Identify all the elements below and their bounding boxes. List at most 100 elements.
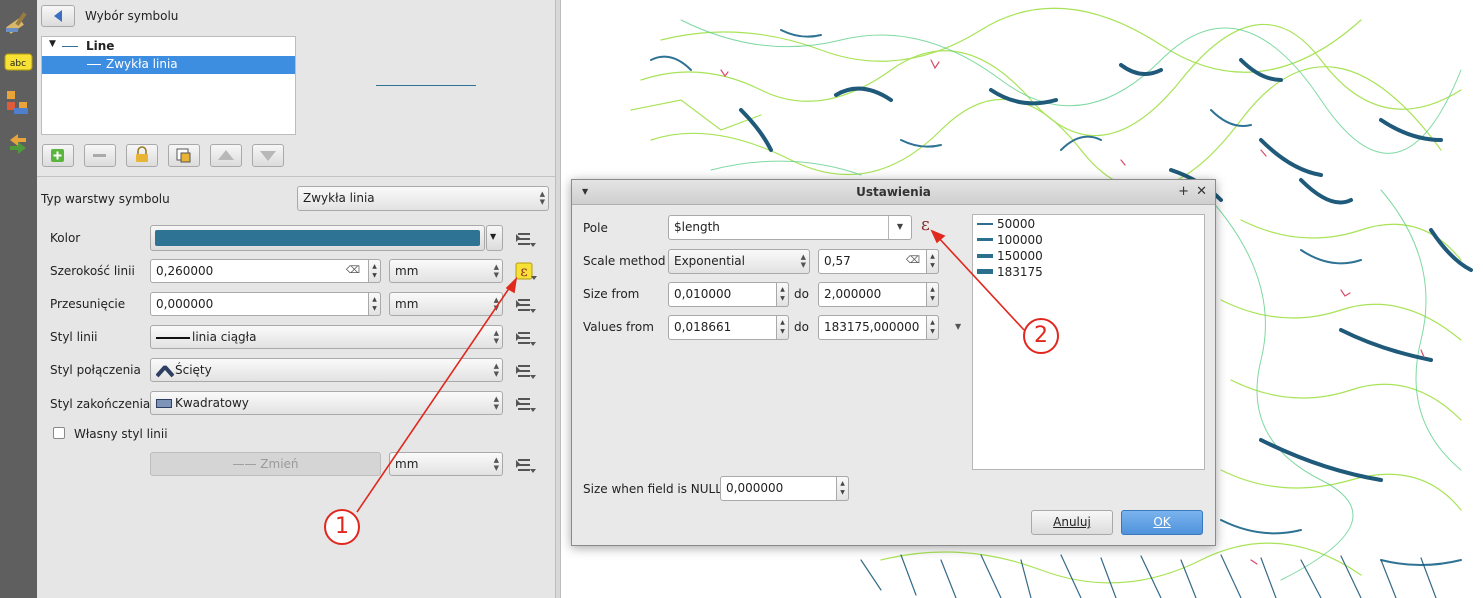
null-size-label: Size when field is NULL [583,482,722,496]
color-dropdown-button[interactable]: ▼ [486,225,503,251]
width-unit-combo[interactable]: mm ▲ ▼ [389,259,503,283]
join-style-combo[interactable]: Ścięty ▲ ▼ [150,358,503,382]
field-expression-input[interactable]: $length ▼ [668,215,912,240]
square-cap-icon [156,399,172,408]
data-defined-override-icon[interactable] [514,295,538,315]
ok-button[interactable]: OK [1121,510,1203,535]
offset-input[interactable]: 0,000000 [150,292,381,316]
pin-icon[interactable]: + [1178,180,1189,204]
width-label: Szerokość linii [50,264,135,278]
size-from-label: Size from [583,287,640,301]
change-dash-label: Zmień [260,457,299,471]
legend-line-swatch [977,223,993,225]
join-style-label: Styl połączenia [50,363,141,377]
duplicate-layer-button[interactable] [168,144,200,167]
dialog-title: Ustawienia [856,185,931,199]
null-size-input[interactable]: 0,000000 [720,476,849,501]
width-input[interactable]: 0,260000 ⌫ [150,259,381,283]
width-unit-value: mm [395,264,419,278]
scale-method-combo[interactable]: Exponential ▲ ▼ [668,249,810,274]
diagram-icon[interactable] [4,88,33,116]
add-layer-button[interactable] [42,144,74,167]
size-to-input[interactable]: 2,000000 [818,282,939,307]
back-arrow-icon [54,10,62,22]
size-to-label: do [794,287,809,301]
expression-builder-icon[interactable]: ε [921,215,930,235]
size-to-value: 2,000000 [824,287,882,301]
move-down-button[interactable] [252,144,284,167]
scale-method-label: Scale method [583,254,666,268]
cancel-button[interactable]: Anuluj [1031,510,1113,535]
legend-label: 50000 [997,217,1036,231]
lock-layer-button[interactable] [126,144,158,167]
minus-icon [93,154,106,157]
data-defined-override-icon[interactable] [514,229,538,249]
custom-dash-label[interactable]: Własny styl linii [74,427,168,441]
size-from-spinner[interactable]: ▲ ▼ [776,282,789,307]
change-dash-button[interactable]: —— Zmień [150,452,381,476]
exponent-spinner[interactable]: ▲ ▼ [926,249,939,274]
updown-icon: ▲ ▼ [493,456,499,472]
updown-icon: ▲ ▼ [539,190,545,206]
tree-root-label[interactable]: Line [86,39,114,53]
data-defined-override-icon[interactable] [514,394,538,414]
back-button[interactable] [41,5,75,27]
values-to-input[interactable]: 183175,000000 [818,315,939,340]
fetch-values-dropdown-icon[interactable]: ▼ [955,322,961,331]
tree-item-simple-line[interactable]: Zwykła linia [42,56,295,74]
null-size-spinner[interactable]: ▲ ▼ [836,476,849,501]
size-legend-preview: 50000 100000 150000 183175 [972,214,1205,470]
dash-unit-combo[interactable]: mm ▲ ▼ [389,452,503,476]
legend-item: 183175 [977,264,1043,280]
values-to-spinner[interactable]: ▲ ▼ [926,315,939,340]
plus-icon [51,149,64,162]
legend-item: 100000 [977,232,1043,248]
legend-line-swatch [977,269,993,274]
symbology-brush-icon[interactable] [4,8,33,36]
clear-icon[interactable]: ⌫ [906,250,920,272]
style-toolbar: abc [0,0,37,598]
exponent-input[interactable]: 0,57 ⌫ [818,249,939,274]
window-menu-icon[interactable]: ▼ [582,180,588,204]
width-value: 0,260000 [156,264,214,278]
svg-text:abc: abc [10,59,26,69]
data-defined-override-icon[interactable] [514,455,538,475]
solid-line-icon [156,337,190,339]
line-symbol-preview [376,85,476,86]
cap-style-label: Styl zakończenia [50,397,151,411]
dash-preview-icon: —— [232,457,261,471]
exponent-value: 0,57 [824,254,851,268]
labels-abc-icon[interactable]: abc [4,52,33,80]
values-from-spinner[interactable]: ▲ ▼ [776,315,789,340]
symbol-layer-type-combo[interactable]: Zwykła linia ▲ ▼ [297,186,549,211]
offset-unit-combo[interactable]: mm ▲ ▼ [389,292,503,316]
custom-dash-checkbox[interactable] [53,427,65,439]
chevron-down-icon[interactable]: ▼ [888,216,911,239]
dash-unit-value: mm [395,457,419,471]
remove-layer-button[interactable] [84,144,116,167]
width-spinner[interactable]: ▲ ▼ [368,259,381,283]
data-defined-override-icon[interactable] [514,328,538,348]
data-defined-override-icon[interactable] [514,361,538,381]
cap-style-combo[interactable]: Kwadratowy ▲ ▼ [150,391,503,415]
close-icon[interactable]: ✕ [1196,180,1207,204]
data-defined-expression-active-icon[interactable]: ε [514,261,538,281]
symbol-layer-type-value: Zwykła linia [303,191,375,205]
field-label: Pole [583,221,608,235]
duplicate-icon [176,148,191,163]
size-to-spinner[interactable]: ▲ ▼ [926,282,939,307]
color-button[interactable] [150,225,485,251]
move-up-button[interactable] [210,144,242,167]
offset-spinner[interactable]: ▲ ▼ [368,292,381,316]
tree-child-label[interactable]: Zwykła linia [106,57,178,71]
history-arrows-icon[interactable] [4,130,33,158]
lock-icon [136,146,148,162]
values-from-input[interactable]: 0,018661 [668,315,789,340]
symbol-layer-tree[interactable]: ▼ Line Zwykła linia [41,36,296,135]
symbol-layer-type-label: Typ warstwy symbolu [41,192,170,206]
clear-icon[interactable]: ⌫ [346,260,360,282]
dialog-titlebar[interactable]: ▼ Ustawienia + ✕ [572,180,1215,205]
line-style-combo[interactable]: linia ciągła ▲ ▼ [150,325,503,349]
tree-expand-arrow-icon[interactable]: ▼ [49,39,56,49]
size-from-input[interactable]: 0,010000 [668,282,789,307]
